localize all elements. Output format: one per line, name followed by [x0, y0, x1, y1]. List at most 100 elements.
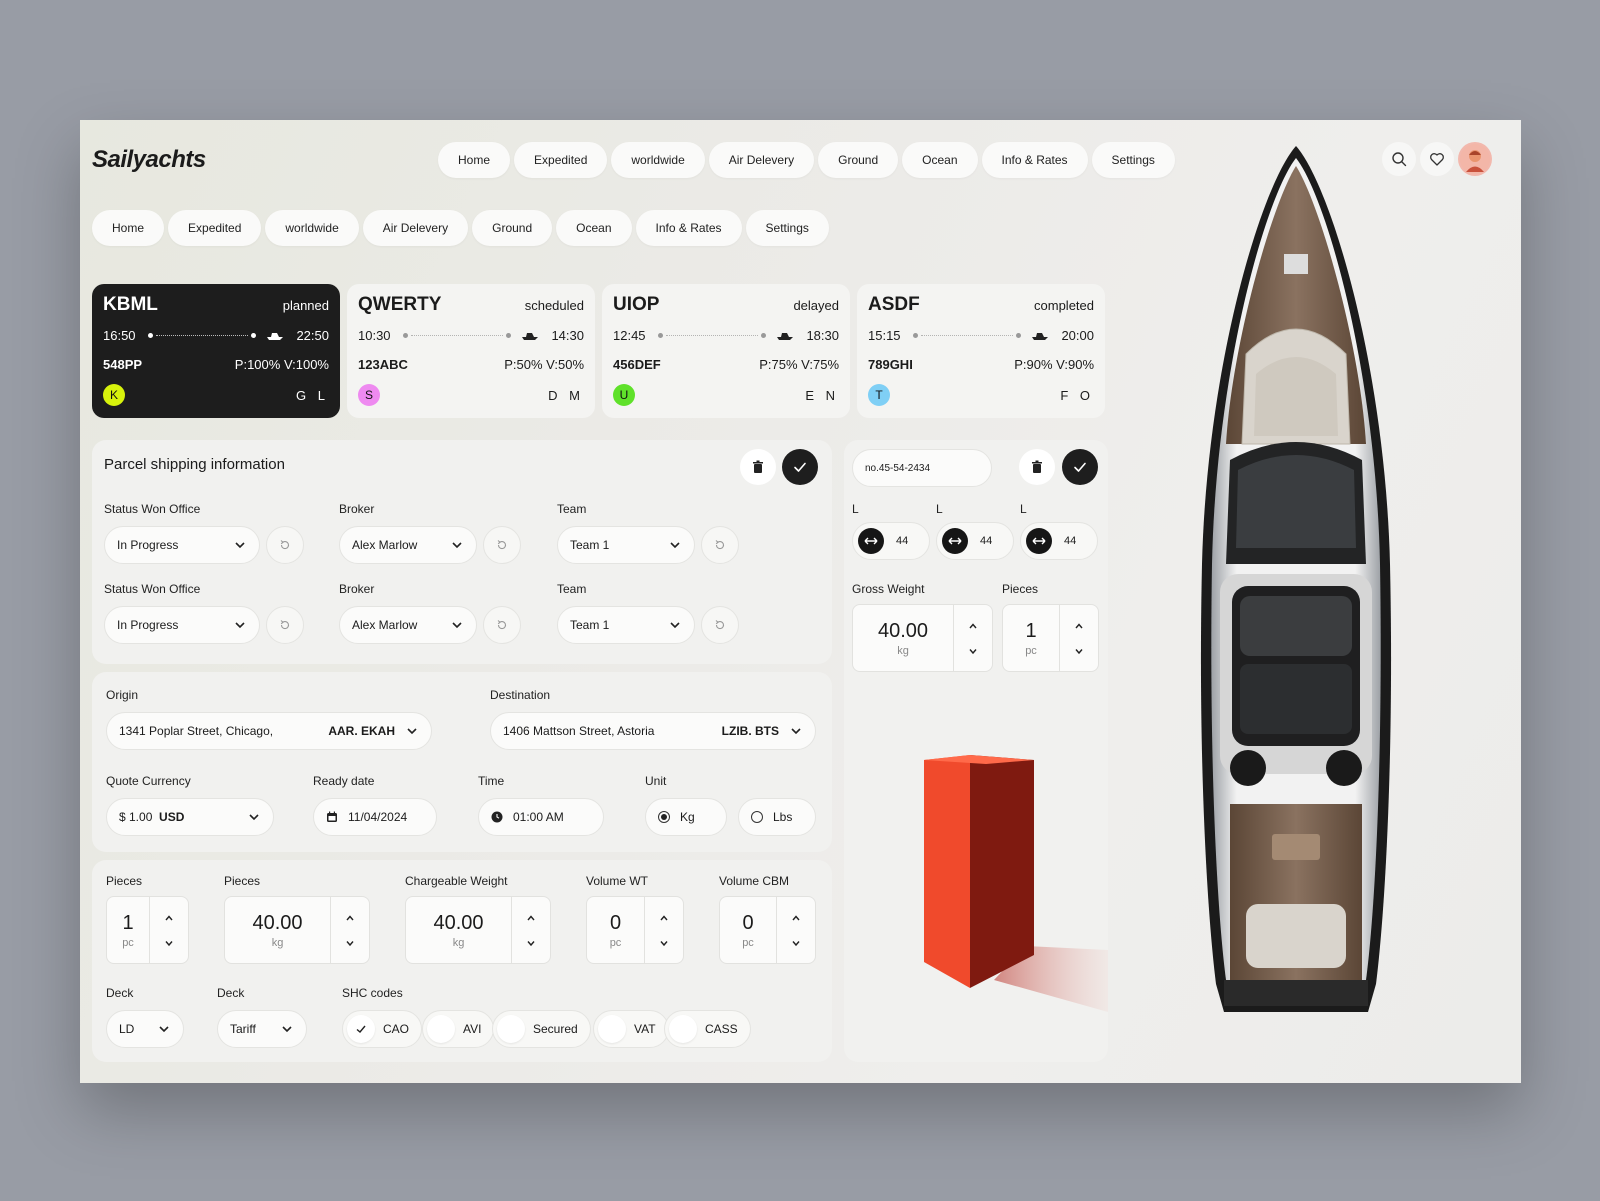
- chevron-down-icon[interactable]: [344, 937, 356, 949]
- reset-icon: [280, 620, 290, 630]
- sub-nav-expedited[interactable]: Expedited: [168, 210, 262, 246]
- team-value: Team 1: [570, 618, 610, 632]
- dimension-length-3[interactable]: 44: [1020, 522, 1098, 560]
- volume-cbm-unit: pc: [742, 936, 754, 949]
- sub-nav-ground[interactable]: Ground: [472, 210, 553, 246]
- tariff-select[interactable]: Tariff: [217, 1010, 307, 1048]
- chevron-up-icon[interactable]: [344, 912, 356, 924]
- shipment-card-uiop[interactable]: UIOP delayed 12:45 18:30 456DEF P:75% V:75…: [602, 284, 850, 418]
- toggle-knob-icon: [598, 1015, 626, 1043]
- clock-icon: [491, 811, 503, 823]
- broker-value: Alex Marlow: [352, 618, 418, 632]
- gross-weight-stepper[interactable]: 40.00 kg: [852, 604, 993, 672]
- chevron-up-icon[interactable]: [658, 912, 670, 924]
- dimension-length-2[interactable]: 44: [936, 522, 1014, 560]
- shipment-card-qwerty[interactable]: QWERTY scheduled 10:30 14:30 123ABC P:50% …: [347, 284, 595, 418]
- ship-icon: [777, 332, 794, 340]
- sub-nav-worldwide[interactable]: worldwide: [265, 210, 359, 246]
- shc-cass-toggle[interactable]: CASS: [664, 1010, 751, 1048]
- chevron-up-icon[interactable]: [525, 912, 537, 924]
- chevron-down-icon[interactable]: [790, 937, 802, 949]
- chevron-up-icon[interactable]: [967, 620, 979, 632]
- shc-avi-toggle[interactable]: AVI: [422, 1010, 495, 1048]
- unit-kg-radio[interactable]: Kg: [645, 798, 727, 836]
- time-input[interactable]: 01:00 AM: [478, 798, 604, 836]
- confirm-button[interactable]: [782, 449, 818, 485]
- team-select[interactable]: Team 1: [557, 526, 695, 564]
- status-select[interactable]: In Progress: [104, 526, 260, 564]
- chevron-down-icon[interactable]: [1073, 645, 1085, 657]
- pieces-stepper[interactable]: 1 pc: [106, 896, 189, 964]
- chevron-up-icon[interactable]: [790, 912, 802, 924]
- unit-lbs-radio[interactable]: Lbs: [738, 798, 816, 836]
- chevron-down-icon[interactable]: [967, 645, 979, 657]
- broker-reset-button[interactable]: [483, 606, 521, 644]
- chargeable-weight-label: Chargeable Weight: [405, 874, 508, 888]
- length-label: L: [1020, 502, 1027, 516]
- reference-number-field[interactable]: no.45-54-2434: [852, 449, 992, 487]
- ship-icon: [1032, 332, 1049, 340]
- shc-vat-toggle[interactable]: VAT: [593, 1010, 669, 1048]
- chevron-down-icon: [235, 622, 245, 629]
- origin-code: AAR. EKAH: [328, 724, 395, 738]
- chevron-up-icon[interactable]: [1073, 620, 1085, 632]
- dimension-length-1[interactable]: 44: [852, 522, 930, 560]
- top-nav-air-delivery[interactable]: Air Delevery: [708, 142, 815, 178]
- top-nav-info-rates[interactable]: Info & Rates: [981, 142, 1088, 178]
- toggle-knob-icon: [669, 1015, 697, 1043]
- user-photo-icon: [1460, 144, 1490, 174]
- volume-cbm-stepper[interactable]: 0 pc: [719, 896, 816, 964]
- chargeable-weight-stepper[interactable]: 40.00 kg: [405, 896, 551, 964]
- top-nav-ocean[interactable]: Ocean: [902, 142, 978, 178]
- top-nav-ground[interactable]: Ground: [818, 142, 899, 178]
- sub-nav-settings[interactable]: Settings: [745, 210, 829, 246]
- chevron-down-icon[interactable]: [163, 937, 175, 949]
- broker-select[interactable]: Alex Marlow: [339, 526, 477, 564]
- destination-label: Destination: [490, 688, 551, 702]
- chevron-down-icon[interactable]: [525, 937, 537, 949]
- chevron-down-icon[interactable]: [658, 937, 670, 949]
- side-pieces-stepper[interactable]: 1 pc: [1002, 604, 1099, 672]
- parcel-info-panel: Parcel shipping information Status Won O…: [92, 440, 832, 664]
- delete-button[interactable]: [740, 449, 776, 485]
- sub-nav-ocean[interactable]: Ocean: [556, 210, 632, 246]
- check-icon: [1074, 462, 1086, 472]
- ready-date-input[interactable]: 11/04/2024: [313, 798, 437, 836]
- sub-nav-info-rates[interactable]: Info & Rates: [635, 210, 742, 246]
- pieces-weight-stepper[interactable]: 40.00 kg: [224, 896, 370, 964]
- team-reset-button[interactable]: [701, 526, 739, 564]
- sub-nav-air-delivery[interactable]: Air Delevery: [362, 210, 469, 246]
- confirm-button[interactable]: [1062, 449, 1098, 485]
- delete-button[interactable]: [1019, 449, 1055, 485]
- origin-select[interactable]: 1341 Poplar Street, Chicago, AAR. EKAH: [106, 712, 432, 750]
- status-select[interactable]: In Progress: [104, 606, 260, 644]
- team-label: Team: [557, 502, 587, 516]
- team-select[interactable]: Team 1: [557, 606, 695, 644]
- destination-select[interactable]: 1406 Mattson Street, Astoria LZIB. BTS: [490, 712, 816, 750]
- favorites-button[interactable]: [1420, 142, 1454, 176]
- top-nav-worldwide[interactable]: worldwide: [611, 142, 705, 178]
- currency-select[interactable]: $ 1.00 USD: [106, 798, 274, 836]
- top-nav-expedited[interactable]: Expedited: [514, 142, 608, 178]
- top-nav-settings[interactable]: Settings: [1091, 142, 1175, 178]
- shipment-card-asdf[interactable]: ASDF completed 15:15 20:00 789GHI P:90% V:…: [857, 284, 1105, 418]
- shc-cao-toggle[interactable]: CAO: [342, 1010, 423, 1048]
- team-reset-button[interactable]: [701, 606, 739, 644]
- status-label: Status Won Office: [104, 502, 201, 516]
- status-reset-button[interactable]: [266, 606, 304, 644]
- user-avatar[interactable]: [1458, 142, 1492, 176]
- tariff-value: Tariff: [230, 1022, 256, 1036]
- top-nav-home[interactable]: Home: [438, 142, 511, 178]
- status-reset-button[interactable]: [266, 526, 304, 564]
- chevron-up-icon[interactable]: [163, 912, 175, 924]
- volume-cbm-value: 0: [742, 911, 754, 934]
- shipment-card-kbml[interactable]: KBML planned 16:50 22:50 548PP P:100% V:10…: [92, 284, 340, 418]
- deck-select[interactable]: LD: [106, 1010, 184, 1048]
- volume-wt-stepper[interactable]: 0 pc: [586, 896, 684, 964]
- ready-date-value: 11/04/2024: [348, 810, 408, 824]
- broker-select[interactable]: Alex Marlow: [339, 606, 477, 644]
- broker-reset-button[interactable]: [483, 526, 521, 564]
- dimension-value: 44: [896, 535, 909, 547]
- shc-secured-toggle[interactable]: Secured: [492, 1010, 591, 1048]
- sub-nav-home[interactable]: Home: [92, 210, 165, 246]
